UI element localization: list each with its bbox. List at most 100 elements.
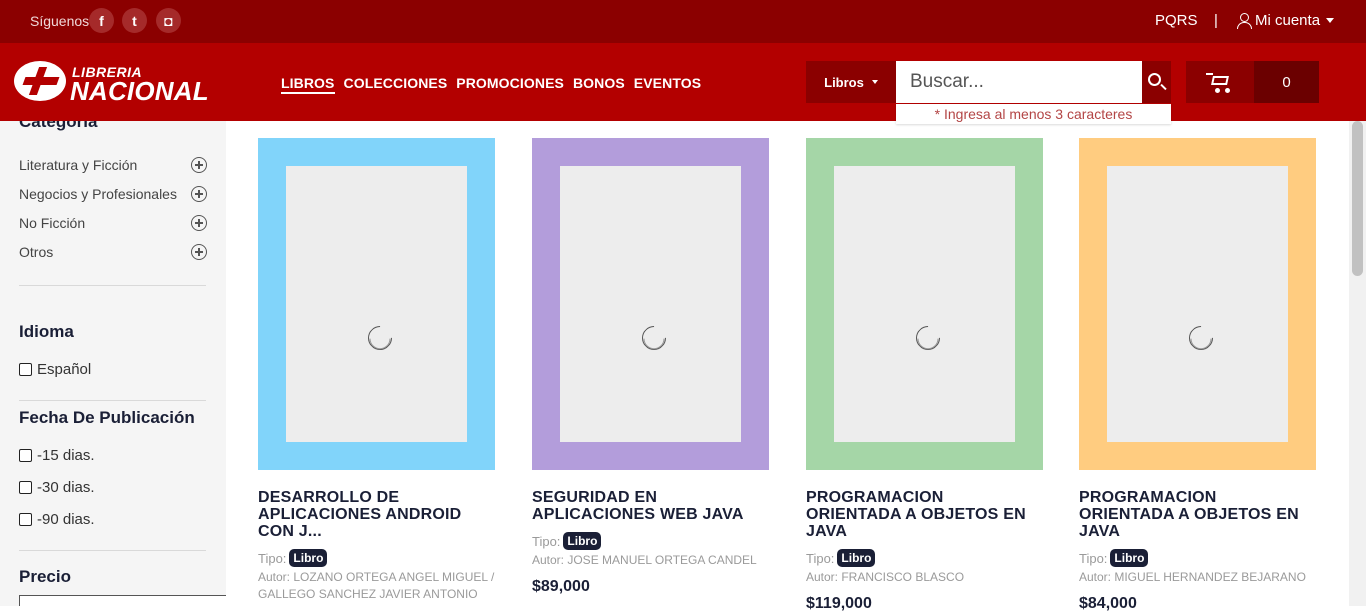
account-menu[interactable]: Mi cuenta <box>1237 12 1335 29</box>
product-author: Autor: FRANCISCO BLASCO <box>806 570 965 584</box>
type-label: Tipo: <box>1079 550 1108 566</box>
top-bar: Síguenos f t ◘ PQRS | Mi cuenta <box>0 0 1366 43</box>
product-card[interactable]: PROGRAMACION ORIENTADA A OBJETOS EN JAVA… <box>1079 138 1316 613</box>
store-logo[interactable]: LIBRERIA NACIONAL <box>14 61 219 106</box>
category-label: Literatura y Ficción <box>19 157 138 173</box>
date-option[interactable]: -15 dias. <box>19 447 95 464</box>
category-item[interactable]: Negocios y Profesionales <box>19 186 207 202</box>
category-heading: Categoría <box>19 121 98 131</box>
loading-spinner-icon <box>911 321 945 355</box>
type-badge: Libro <box>837 549 876 567</box>
product-card[interactable]: DESARROLLO DE APLICACIONES ANDROID CON J… <box>258 138 495 603</box>
cover-placeholder <box>1107 166 1288 442</box>
loading-spinner-icon <box>363 321 397 355</box>
user-icon <box>1237 13 1252 29</box>
product-type: Tipo: Libro <box>532 532 769 550</box>
nav-eventos[interactable]: EVENTOS <box>634 75 701 94</box>
filters-sidebar: Categoría Literatura y Ficción Negocios … <box>0 121 226 606</box>
checkbox[interactable] <box>19 481 32 494</box>
plus-circle-icon[interactable] <box>191 244 207 260</box>
divider <box>19 400 206 401</box>
plus-circle-icon[interactable] <box>191 186 207 202</box>
date-option[interactable]: -90 dias. <box>19 511 95 528</box>
product-title[interactable]: PROGRAMACION ORIENTADA A OBJETOS EN JAVA <box>806 489 1043 540</box>
nav-promociones[interactable]: PROMOCIONES <box>456 75 564 94</box>
topbar-separator: | <box>1214 12 1218 29</box>
product-card[interactable]: SEGURIDAD EN APLICACIONES WEB JAVA Tipo:… <box>532 138 769 596</box>
search-category-select[interactable]: Libros <box>806 61 896 103</box>
type-label: Tipo: <box>532 533 561 549</box>
type-badge: Libro <box>289 549 328 567</box>
language-option[interactable]: Español <box>19 361 91 378</box>
price-heading: Precio <box>19 567 71 586</box>
product-author: Autor: LOZANO ORTEGA ANGEL MIGUEL / GALL… <box>258 570 495 601</box>
book-cover[interactable] <box>806 138 1043 470</box>
search-button[interactable] <box>1142 61 1171 103</box>
cart-button[interactable]: 0 <box>1186 61 1319 103</box>
product-price: $84,000 <box>1079 595 1137 612</box>
nav-libros[interactable]: LIBROS <box>281 75 335 94</box>
category-item[interactable]: Otros <box>19 244 207 260</box>
type-label: Tipo: <box>258 550 287 566</box>
cart-count: 0 <box>1254 61 1319 103</box>
follow-label: Síguenos <box>30 13 90 29</box>
book-cover[interactable] <box>1079 138 1316 470</box>
main-header: LIBRERIA NACIONAL LIBROS COLECCIONES PRO… <box>0 43 1366 124</box>
divider <box>19 550 206 551</box>
type-badge: Libro <box>563 532 602 550</box>
book-cover[interactable] <box>532 138 769 470</box>
product-title[interactable]: PROGRAMACION ORIENTADA A OBJETOS EN JAVA <box>1079 489 1316 540</box>
language-heading: Idioma <box>19 322 74 341</box>
product-price: $119,000 <box>806 595 872 612</box>
product-title[interactable]: DESARROLLO DE APLICACIONES ANDROID CON J… <box>258 489 495 540</box>
cover-placeholder <box>834 166 1015 442</box>
date-option[interactable]: -30 dias. <box>19 479 95 496</box>
date-label: -30 dias. <box>37 479 95 496</box>
facebook-icon[interactable]: f <box>89 8 114 33</box>
account-label: Mi cuenta <box>1255 12 1321 29</box>
date-label: -90 dias. <box>37 511 95 528</box>
plus-circle-icon[interactable] <box>191 215 207 231</box>
pqrs-link[interactable]: PQRS <box>1155 12 1198 29</box>
scrollbar-thumb[interactable] <box>1352 121 1363 276</box>
nav-colecciones[interactable]: COLECCIONES <box>344 75 448 94</box>
checkbox[interactable] <box>19 513 32 526</box>
search-input[interactable] <box>896 61 1142 103</box>
divider <box>19 285 206 286</box>
chevron-down-icon <box>1326 18 1335 23</box>
cover-placeholder <box>560 166 741 442</box>
product-type: Tipo: Libro <box>258 549 495 567</box>
nav-bonos[interactable]: BONOS <box>573 75 625 94</box>
search-category-label: Libros <box>824 74 864 90</box>
main-nav: LIBROS COLECCIONES PROMOCIONES BONOS EVE… <box>281 75 701 94</box>
checkbox[interactable] <box>19 363 32 376</box>
product-card[interactable]: PROGRAMACION ORIENTADA A OBJETOS EN JAVA… <box>806 138 1043 613</box>
date-label: -15 dias. <box>37 447 95 464</box>
category-item[interactable]: Literatura y Ficción <box>19 157 207 173</box>
price-range-input[interactable] <box>19 595 226 606</box>
product-type: Tipo: Libro <box>806 549 1043 567</box>
product-type: Tipo: Libro <box>1079 549 1316 567</box>
type-badge: Libro <box>1110 549 1149 567</box>
plus-circle-icon[interactable] <box>191 157 207 173</box>
page-scrollbar[interactable] <box>1349 121 1366 606</box>
checkbox[interactable] <box>19 449 32 462</box>
search-icon <box>1148 73 1161 86</box>
category-label: Negocios y Profesionales <box>19 186 177 202</box>
type-label: Tipo: <box>806 550 835 566</box>
book-cover[interactable] <box>258 138 495 470</box>
cart-icon <box>1206 71 1234 95</box>
search-hint: * Ingresa al menos 3 caracteres <box>896 104 1171 124</box>
category-item[interactable]: No Ficción <box>19 215 207 231</box>
logo-text-bottom: NACIONAL <box>70 76 209 106</box>
chevron-down-icon <box>871 80 878 84</box>
category-label: Otros <box>19 244 54 260</box>
language-label: Español <box>37 361 92 378</box>
instagram-icon[interactable]: ◘ <box>156 8 181 33</box>
product-title[interactable]: SEGURIDAD EN APLICACIONES WEB JAVA <box>532 489 769 523</box>
product-author: Autor: JOSE MANUEL ORTEGA CANDEL <box>532 553 757 567</box>
cover-placeholder <box>286 166 467 442</box>
product-price: $89,000 <box>532 578 590 595</box>
twitter-icon[interactable]: t <box>122 8 147 33</box>
category-label: No Ficción <box>19 215 86 231</box>
